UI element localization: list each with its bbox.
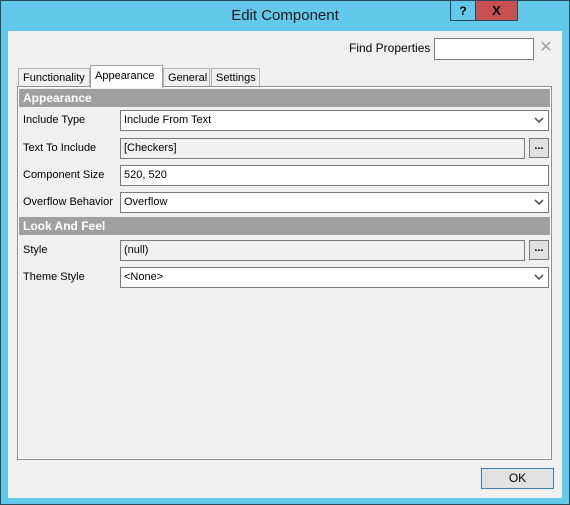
chevron-down-icon — [534, 117, 544, 124]
text-to-include-field[interactable]: [Checkers] — [120, 138, 525, 159]
chevron-down-icon — [534, 199, 544, 206]
theme-style-label: Theme Style — [23, 271, 85, 283]
help-button[interactable]: ? — [450, 1, 476, 21]
theme-style-value: <None> — [124, 271, 164, 283]
property-grid: Appearance Include Type Include From Tex… — [19, 88, 550, 458]
section-header-look-and-feel[interactable]: Look And Feel — [19, 217, 550, 235]
help-icon: ? — [459, 3, 467, 18]
section-title: Look And Feel — [23, 219, 106, 233]
find-properties-input[interactable] — [434, 38, 534, 60]
component-size-input[interactable]: 520, 520 — [120, 165, 549, 186]
tab-general[interactable]: General — [163, 68, 210, 87]
overflow-behavior-label: Overflow Behavior — [23, 196, 113, 208]
overflow-behavior-dropdown[interactable]: Overflow — [120, 192, 549, 213]
section-header-appearance[interactable]: Appearance — [19, 89, 550, 107]
tab-label: Settings — [216, 72, 256, 84]
tab-label: Appearance — [95, 70, 155, 82]
include-type-dropdown[interactable]: Include From Text — [120, 110, 549, 131]
theme-style-dropdown[interactable]: <None> — [120, 267, 549, 288]
style-browse-button[interactable]: ... — [529, 240, 549, 260]
title-bar[interactable]: Edit Component ? X — [1, 1, 569, 31]
close-icon: X — [492, 3, 501, 18]
tab-appearance[interactable]: Appearance — [90, 65, 163, 88]
component-size-label: Component Size — [23, 169, 105, 181]
tab-label: Functionality — [23, 72, 85, 84]
text-to-include-browse-button[interactable]: ... — [529, 138, 549, 158]
style-value: (null) — [124, 244, 149, 256]
include-type-label: Include Type — [23, 114, 86, 126]
text-to-include-label: Text To Include — [23, 142, 97, 154]
component-size-value: 520, 520 — [124, 169, 167, 181]
tab-label: General — [168, 72, 208, 84]
dialog-client-area: Find Properties ✕ Functionality Appearan… — [8, 31, 562, 498]
text-to-include-value: [Checkers] — [124, 142, 177, 154]
tab-settings[interactable]: Settings — [211, 68, 260, 87]
ellipsis-icon: ... — [534, 140, 544, 152]
find-properties-label: Find Properties — [349, 41, 431, 55]
edit-component-window: Edit Component ? X Find Properties ✕ Fun… — [0, 0, 570, 505]
ok-button[interactable]: OK — [481, 468, 554, 489]
section-title: Appearance — [23, 91, 92, 105]
chevron-down-icon — [534, 274, 544, 281]
include-type-value: Include From Text — [124, 114, 212, 126]
appearance-tab-panel: Appearance Include Type Include From Tex… — [17, 86, 552, 460]
tab-functionality[interactable]: Functionality — [18, 68, 90, 87]
clear-search-icon[interactable]: ✕ — [539, 39, 553, 57]
ellipsis-icon: ... — [534, 242, 544, 254]
close-button[interactable]: X — [475, 1, 518, 21]
style-field[interactable]: (null) — [120, 240, 525, 261]
style-label: Style — [23, 244, 48, 256]
ok-label: OK — [508, 471, 527, 485]
overflow-behavior-value: Overflow — [124, 196, 168, 208]
